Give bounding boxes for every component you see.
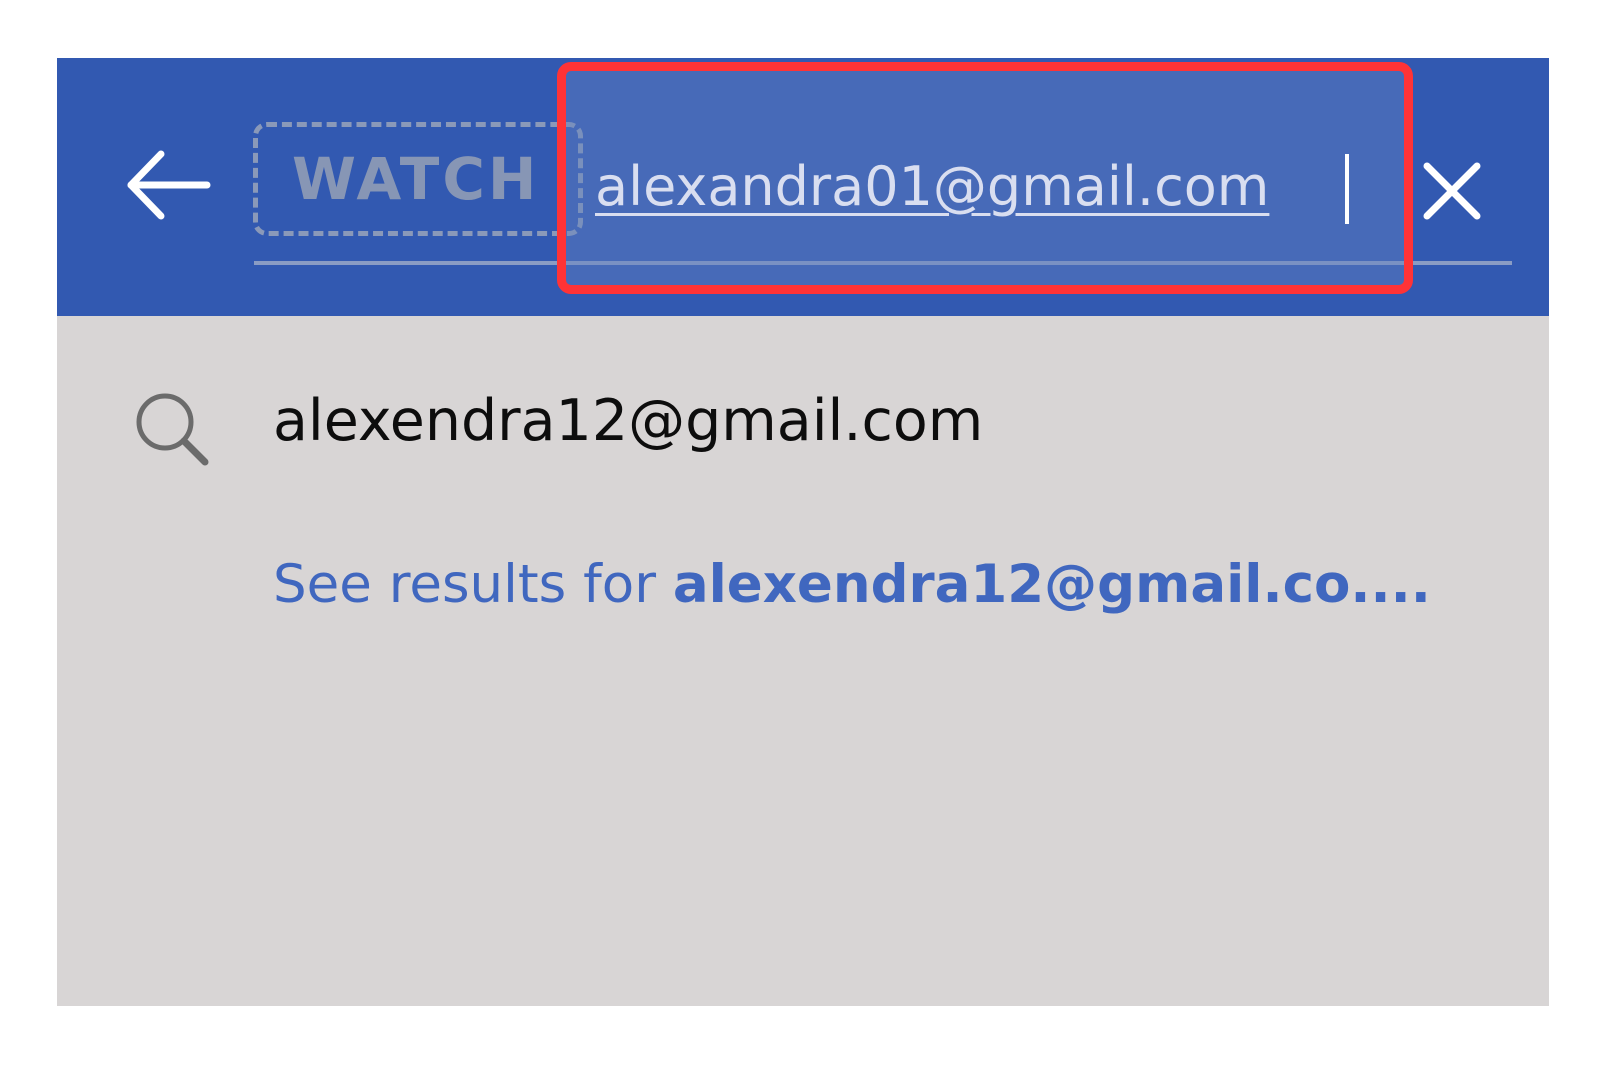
search-icon (136, 393, 209, 466)
see-results-link[interactable]: See results for alexendra12@gmail.co.... (273, 554, 1533, 615)
text-cursor (1345, 154, 1349, 224)
watch-filter-chip[interactable]: WATCH (253, 122, 583, 236)
search-input[interactable] (595, 146, 1365, 226)
watch-chip-label: WATCH (292, 145, 540, 213)
suggestion-text: alexendra12@gmail.com (273, 388, 984, 454)
arrow-left-icon (127, 150, 211, 220)
clear-button[interactable] (1419, 158, 1485, 224)
see-results-query: alexendra12@gmail.co.... (672, 554, 1431, 615)
back-button[interactable] (121, 144, 217, 226)
search-suggestion[interactable]: alexendra12@gmail.com (57, 358, 1549, 498)
search-bar: WATCH (57, 58, 1549, 316)
see-results-prefix: See results for (273, 554, 673, 615)
search-screen: WATCH alexendra12@gmail.com See results … (57, 58, 1549, 1006)
close-icon (1423, 162, 1481, 220)
